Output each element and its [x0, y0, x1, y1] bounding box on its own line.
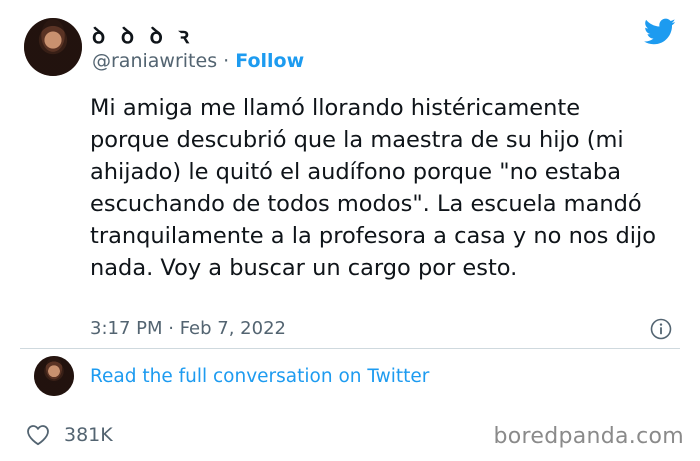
author-handle-row: @raniawrites · Follow [92, 50, 304, 72]
follow-button[interactable]: Follow [235, 50, 304, 72]
author-display-name[interactable]: ꝺ ꝺ ꝺ ꝛ [92, 20, 193, 50]
divider [20, 348, 680, 349]
author-avatar[interactable] [24, 18, 82, 76]
watermark: boredpanda.com [493, 424, 684, 449]
handle-separator: · [223, 50, 230, 72]
author-handle[interactable]: @raniawrites [92, 50, 217, 72]
tweet-timestamp[interactable]: 3:17 PM · Feb 7, 2022 [90, 318, 286, 339]
tweet-text: Mi amiga me llamó llorando histéricament… [90, 95, 657, 281]
like-count: 381K [64, 424, 113, 446]
twitter-bird-icon[interactable] [644, 18, 676, 46]
read-conversation-link[interactable]: Read the full conversation on Twitter [90, 366, 429, 387]
author-avatar-small[interactable] [34, 356, 74, 396]
heart-icon[interactable] [26, 424, 50, 446]
like-row: 381K [26, 424, 113, 446]
info-icon[interactable] [650, 318, 672, 340]
